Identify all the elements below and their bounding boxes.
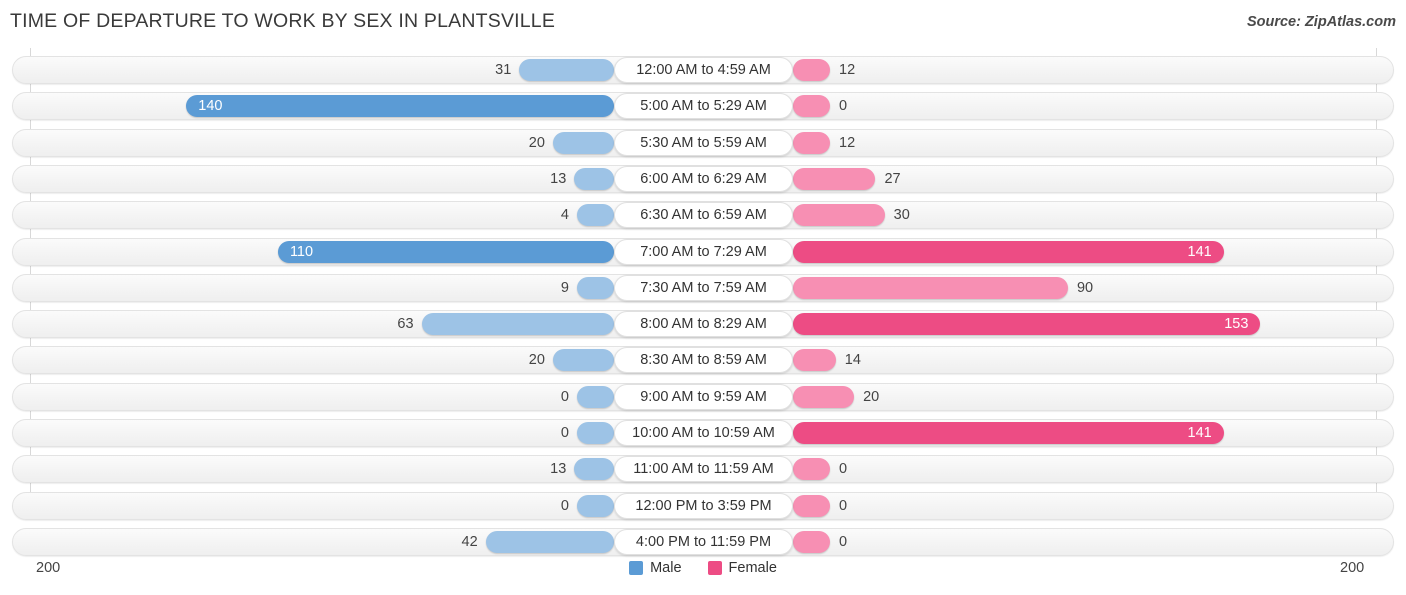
value-label-male: 0	[560, 425, 569, 441]
value-label-female: 141	[1187, 243, 1212, 260]
legend-label: Male	[650, 560, 682, 576]
bar-female[interactable]	[793, 204, 885, 227]
legend-item-female[interactable]: Female	[707, 560, 777, 576]
chart-header: TIME OF DEPARTURE TO WORK BY SEX IN PLAN…	[0, 0, 1406, 46]
table-row: 31 12 12:00 AM to 4:59 AM	[12, 56, 1394, 84]
chart-legend: Male Female	[0, 560, 1406, 576]
category-label[interactable]: 7:30 AM to 7:59 AM	[614, 274, 793, 301]
value-label-male: 20	[528, 134, 545, 151]
category-label[interactable]: 10:00 AM to 10:59 AM	[614, 420, 793, 446]
bar-female[interactable]	[793, 530, 830, 553]
table-row: 20 14 8:30 AM to 8:59 AM	[12, 346, 1394, 375]
bar-male[interactable]	[519, 59, 614, 81]
bar-female[interactable]	[793, 494, 830, 517]
bar-male[interactable]	[552, 131, 614, 154]
value-label-female: 0	[839, 98, 848, 115]
bar-female[interactable]	[793, 131, 830, 154]
value-label-female: 27	[884, 170, 901, 187]
category-label[interactable]: 8:30 AM to 8:59 AM	[614, 347, 793, 374]
legend-label: Female	[728, 560, 777, 576]
value-label-female: 12	[839, 134, 856, 151]
bar-female[interactable]	[793, 349, 836, 372]
value-label-male: 4	[560, 207, 569, 224]
bar-male[interactable]	[577, 385, 614, 408]
bar-male[interactable]	[186, 95, 614, 118]
value-label-male: 42	[461, 533, 478, 550]
legend-swatch-icon	[629, 561, 644, 575]
bar-male[interactable]	[577, 422, 614, 444]
table-row: 13 27 6:00 AM to 6:29 AM	[12, 164, 1394, 193]
bar-male[interactable]	[277, 240, 614, 263]
value-label-female: 153	[1224, 316, 1249, 333]
legend-item-male[interactable]: Male	[629, 560, 682, 576]
category-label[interactable]: 6:00 AM to 6:29 AM	[614, 165, 793, 192]
category-label[interactable]: 12:00 AM to 4:59 AM	[614, 57, 793, 83]
category-label[interactable]: 5:30 AM to 5:59 AM	[614, 129, 793, 156]
table-row: 20 12 5:30 AM to 5:59 AM	[12, 128, 1394, 157]
bar-male[interactable]	[485, 530, 614, 553]
bar-male[interactable]	[574, 167, 614, 190]
bar-male[interactable]	[574, 458, 614, 481]
page-title: TIME OF DEPARTURE TO WORK BY SEX IN PLAN…	[10, 10, 556, 32]
value-label-male: 110	[289, 243, 314, 260]
value-label-male: 0	[560, 497, 569, 514]
category-label[interactable]: 8:00 AM to 8:29 AM	[614, 311, 793, 338]
category-label[interactable]: 6:30 AM to 6:59 AM	[614, 202, 793, 229]
value-label-male: 9	[560, 279, 569, 296]
value-label-female: 141	[1187, 425, 1212, 441]
table-row: 140 0 5:00 AM to 5:29 AM	[12, 92, 1394, 121]
bar-male[interactable]	[577, 494, 614, 517]
category-label[interactable]: 11:00 AM to 11:59 AM	[614, 456, 793, 483]
legend-swatch-icon	[707, 561, 722, 575]
chart-plot-area: 31 12 12:00 AM to 4:59 AM 140 0 5:00 AM to 5:…	[0, 48, 1406, 576]
bar-male[interactable]	[552, 349, 614, 372]
value-label-male: 0	[560, 388, 569, 405]
table-row: 63 153 8:00 AM to 8:29 AM	[12, 310, 1394, 339]
bar-female[interactable]	[793, 95, 830, 118]
bar-female[interactable]	[793, 276, 1068, 299]
table-row: 0 141 10:00 AM to 10:59 AM	[12, 419, 1394, 447]
category-label[interactable]: 4:00 PM to 11:59 PM	[614, 528, 793, 555]
table-row: 42 0 4:00 PM to 11:59 PM	[12, 527, 1394, 556]
table-row: 0 0 12:00 PM to 3:59 PM	[12, 491, 1394, 520]
value-label-female: 0	[839, 461, 848, 478]
table-row: 0 20 9:00 AM to 9:59 AM	[12, 382, 1394, 411]
category-label[interactable]: 9:00 AM to 9:59 AM	[614, 383, 793, 410]
value-label-male: 63	[397, 316, 414, 333]
bar-female[interactable]	[793, 59, 830, 81]
value-label-male: 13	[550, 170, 567, 187]
table-row: 110 141 7:00 AM to 7:29 AM	[12, 237, 1394, 266]
value-label-female: 30	[893, 207, 910, 224]
value-label-female: 12	[839, 62, 856, 78]
table-row: 13 0 11:00 AM to 11:59 AM	[12, 455, 1394, 484]
bar-male[interactable]	[577, 276, 614, 299]
table-row: 9 90 7:30 AM to 7:59 AM	[12, 273, 1394, 302]
bar-male[interactable]	[577, 204, 614, 227]
value-label-male: 13	[550, 461, 567, 478]
value-label-female: 0	[839, 533, 848, 550]
bar-male[interactable]	[421, 313, 614, 336]
category-label[interactable]: 7:00 AM to 7:29 AM	[614, 238, 793, 265]
table-row: 4 30 6:30 AM to 6:59 AM	[12, 201, 1394, 230]
category-label[interactable]: 5:00 AM to 5:29 AM	[614, 93, 793, 120]
value-label-male: 31	[495, 62, 512, 78]
category-label[interactable]: 12:00 PM to 3:59 PM	[614, 492, 793, 519]
value-label-female: 90	[1076, 279, 1094, 296]
source-attribution: Source: ZipAtlas.com	[1246, 14, 1396, 30]
value-label-female: 0	[839, 497, 848, 514]
value-label-male: 140	[198, 98, 223, 115]
bar-female[interactable]	[793, 167, 876, 190]
bar-female[interactable]	[793, 458, 830, 481]
bar-female[interactable]	[793, 385, 855, 408]
value-label-female: 14	[844, 352, 861, 369]
value-label-male: 20	[528, 352, 545, 369]
value-label-female: 20	[863, 388, 880, 405]
